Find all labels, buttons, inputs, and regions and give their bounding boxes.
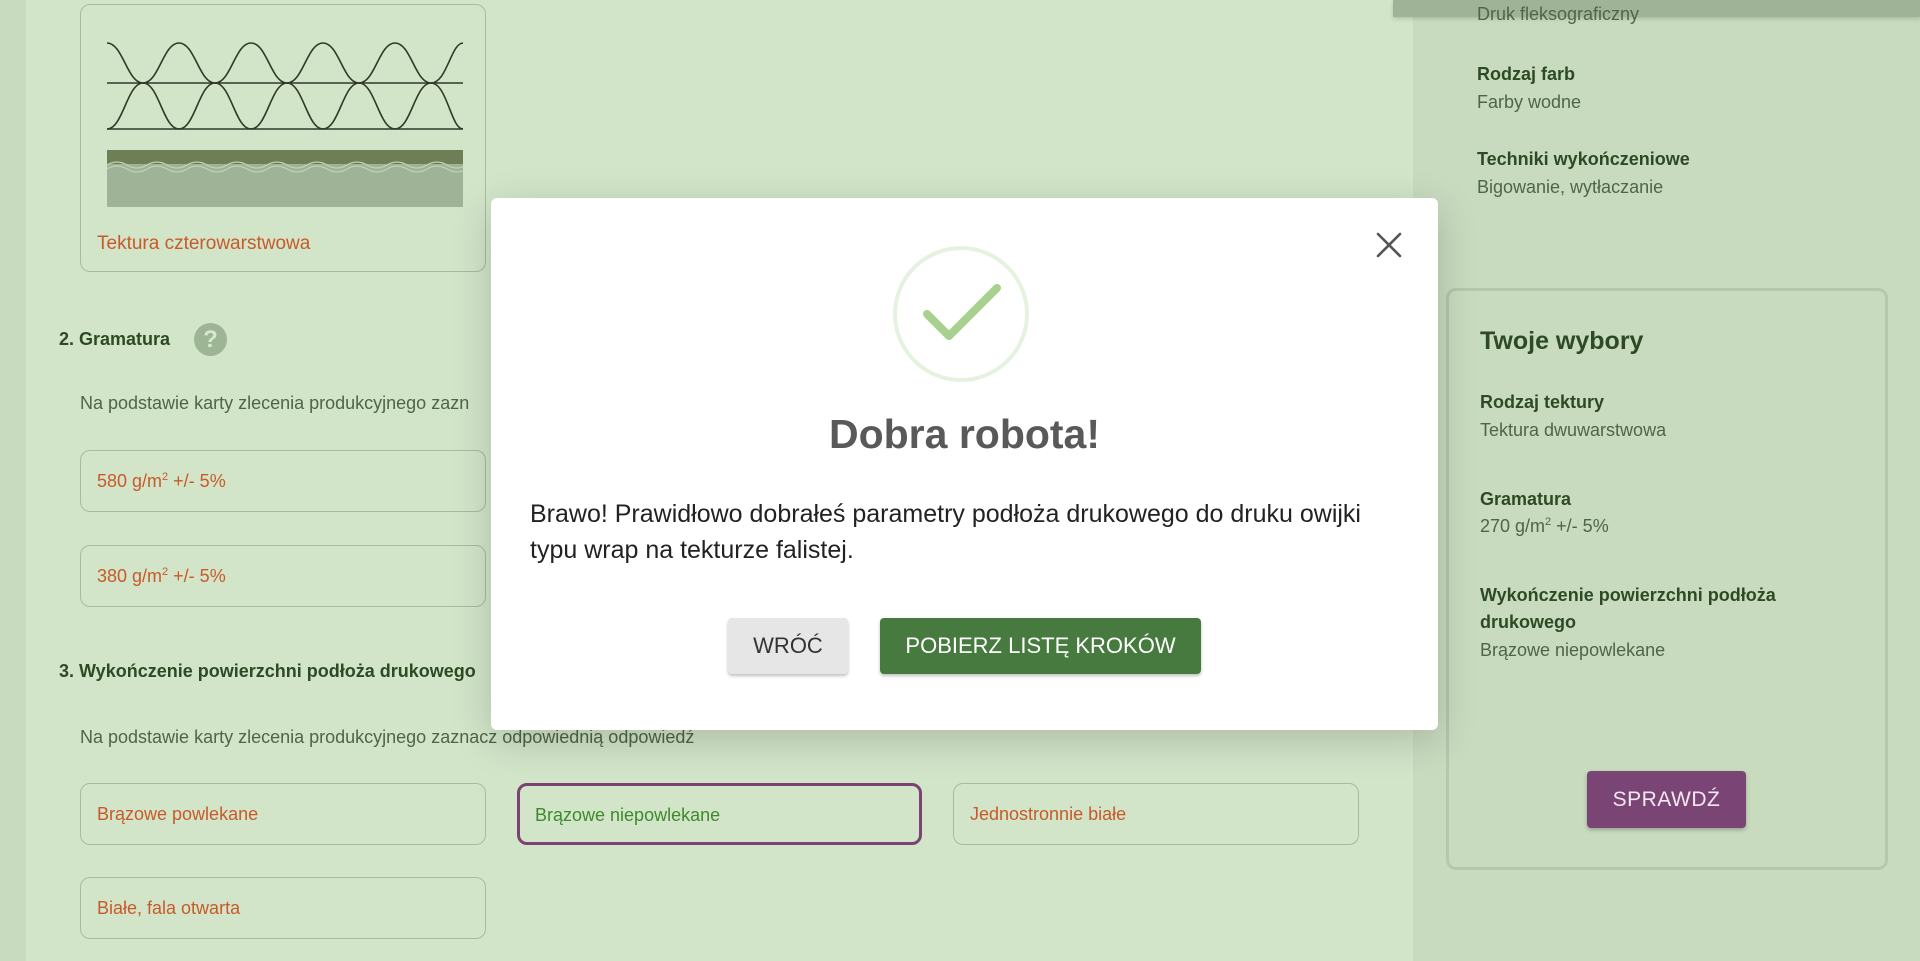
choice-grammage-value: 270 g/m2 +/- 5% (1480, 516, 1609, 537)
your-choices-title: Twoje wybory (1480, 327, 1644, 355)
grammage-text: +/- 5% (1551, 516, 1609, 536)
modal-title: Dobra robota! (828, 411, 1101, 457)
board-option-label: Tektura czterowarstwowa (97, 233, 311, 254)
board-option-card[interactable]: Tektura czterowarstwowa (80, 4, 486, 272)
option-text: 580 g/m (97, 471, 163, 491)
choice-surface-label-1: Wykończenie powierzchni podłoża (1480, 585, 1776, 605)
back-button[interactable]: WRÓĆ (728, 618, 848, 674)
finishing-value: Bigowanie, wytłaczanie (1477, 177, 1664, 197)
finishing-label: Techniki wykończeniowe (1477, 149, 1690, 169)
success-check-icon (893, 246, 1029, 382)
choice-grammage-label: Gramatura (1480, 489, 1572, 509)
choice-board-label: Rodzaj tektury (1480, 392, 1605, 412)
grammage-instruction: Na podstawie karty zlecenia produkcyjneg… (80, 393, 470, 413)
option-text: +/- 5% (168, 566, 226, 586)
choice-surface-value: Brązowe niepowlekane (1480, 640, 1666, 660)
left-margin (0, 0, 26, 961)
top-toolbar (1393, 0, 1920, 17)
grammage-option-380[interactable]: 380 g/m2 +/- 5% (80, 545, 486, 607)
choice-board-value: Tektura dwuwarstwowa (1480, 420, 1667, 440)
grammage-text: 270 g/m (1480, 516, 1546, 536)
surface-option-white-one-side[interactable]: Jednostronnie białe (953, 783, 1359, 845)
surface-option-white-open-flute[interactable]: Białe, fala otwarta (80, 877, 486, 939)
help-icon[interactable]: ? (194, 323, 227, 356)
section-surface-title: 3. Wykończenie powierzchni podłoża druko… (59, 661, 476, 681)
modal-message: Brawo! Prawidłowo dobrałeś parametry pod… (530, 500, 1361, 564)
section-grammage-title: 2. Gramatura (59, 329, 171, 349)
surface-option-brown-coated[interactable]: Brązowe powlekane (80, 783, 486, 845)
surface-option-brown-uncoated[interactable]: Brązowe niepowlekane (517, 783, 922, 845)
corrugated-board-illustration (107, 42, 463, 207)
choice-surface-label-2: drukowego (1480, 612, 1577, 632)
option-text: +/- 5% (168, 471, 226, 491)
surface-instruction: Na podstawie karty zlecenia produkcyjneg… (80, 727, 695, 747)
ink-value: Farby wodne (1477, 92, 1582, 112)
close-icon[interactable] (1376, 232, 1402, 258)
print-method-value: Druk fleksograficzny (1477, 4, 1640, 24)
grammage-option-580[interactable]: 580 g/m2 +/- 5% (80, 450, 486, 512)
ink-label: Rodzaj farb (1477, 64, 1576, 84)
option-text: 380 g/m (97, 566, 163, 586)
download-steps-button[interactable]: POBIERZ LISTĘ KROKÓW (880, 618, 1201, 674)
check-button[interactable]: SPRAWDŹ (1587, 771, 1746, 828)
